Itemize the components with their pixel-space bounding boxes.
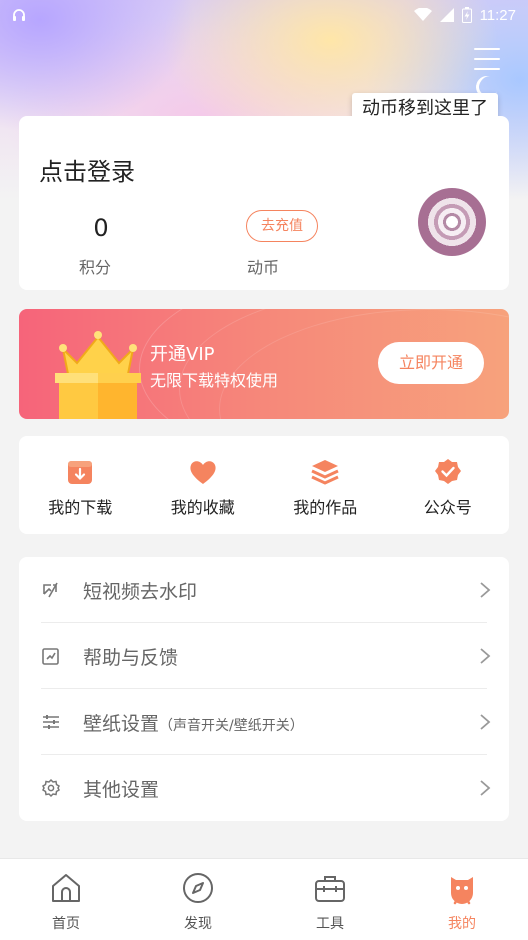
settings-row-label: 其他设置 (83, 779, 160, 801)
tab-label: 工具 (316, 916, 344, 932)
avatar[interactable] (418, 188, 486, 256)
settings-row-label: 短视频去水印 (83, 581, 198, 603)
verified-badge-icon (434, 459, 461, 484)
tab-discover[interactable]: 发现 (132, 859, 264, 940)
bottom-tab-bar: 首页 发现 工具 我的 (0, 858, 528, 940)
shortcut-label: 我的作品 (293, 498, 358, 517)
coins-label: 动币 (247, 258, 280, 277)
chevron-right-icon (480, 648, 491, 664)
settings-row-help-feedback[interactable]: 帮助与反馈 (19, 623, 509, 689)
shortcut-my-works[interactable]: 我的作品 (264, 436, 387, 534)
wallpaper-label: 壁纸设置 (83, 713, 160, 735)
vip-banner[interactable]: 开通VIP 无限下载特权使用 立即开通 (19, 309, 509, 419)
vip-title: 开通VIP (150, 344, 215, 365)
shortcut-label: 我的收藏 (170, 498, 235, 517)
status-bar: 11:27 (0, 0, 528, 30)
tab-label: 我的 (448, 916, 476, 932)
chevron-right-icon (480, 582, 491, 598)
profile-mascot-icon (451, 877, 473, 905)
home-icon (52, 874, 80, 902)
battery-charging-icon (461, 7, 472, 23)
shortcut-label: 我的下载 (48, 498, 113, 517)
crown-box-icon (55, 331, 141, 419)
compass-icon (183, 873, 213, 903)
headset-icon (13, 9, 25, 21)
tab-home[interactable]: 首页 (0, 859, 132, 940)
wallpaper-note: （声音开关/壁纸开关） (159, 718, 304, 734)
chevron-right-icon (480, 780, 491, 796)
settings-row-watermark[interactable]: 短视频去水印 (19, 557, 509, 623)
tab-tools[interactable]: 工具 (264, 859, 396, 940)
download-box-icon (68, 461, 93, 484)
tab-mine[interactable]: 我的 (396, 859, 528, 940)
recharge-button[interactable]: 去充值 (246, 210, 318, 242)
settings-row-wallpaper[interactable]: 壁纸设置（声音开关/壁纸开关） (19, 689, 509, 755)
shortcuts-card: 我的下载 我的收藏 我的作品 公众号 (19, 436, 509, 534)
settings-row-label: 壁纸设置（声音开关/壁纸开关） (83, 709, 304, 736)
vip-open-button[interactable]: 立即开通 (378, 342, 484, 384)
toolbox-icon (315, 876, 345, 902)
gear-icon (42, 778, 60, 798)
points-value: 0 (93, 214, 109, 242)
sliders-icon (43, 715, 59, 729)
wifi-icon (413, 8, 432, 21)
feedback-icon (42, 648, 59, 665)
signal-icon (439, 8, 454, 22)
settings-card: 短视频去水印 帮助与反馈 壁纸设置（声音开关/壁纸开关） 其他设置 (19, 557, 509, 821)
vip-subtitle: 无限下载特权使用 (150, 371, 279, 390)
shortcut-label: 公众号 (423, 498, 472, 517)
shortcut-my-downloads[interactable]: 我的下载 (19, 436, 142, 534)
tab-label: 首页 (52, 916, 80, 932)
tab-label: 发现 (184, 916, 212, 932)
status-time: 11:27 (479, 6, 516, 24)
hamburger-menu-icon[interactable] (474, 48, 500, 70)
chevron-right-icon (480, 714, 491, 730)
shortcut-my-favorites[interactable]: 我的收藏 (142, 436, 265, 534)
login-card: 点击登录 0 积分 去充值 动币 (19, 116, 509, 290)
shortcut-official-account[interactable]: 公众号 (387, 436, 510, 534)
heart-icon (190, 461, 216, 484)
login-link[interactable]: 点击登录 (39, 152, 135, 187)
watermark-remove-icon (43, 582, 58, 598)
settings-row-other[interactable]: 其他设置 (19, 755, 509, 821)
points-label: 积分 (79, 258, 112, 277)
layers-icon (311, 460, 339, 485)
settings-row-label: 帮助与反馈 (83, 647, 179, 669)
